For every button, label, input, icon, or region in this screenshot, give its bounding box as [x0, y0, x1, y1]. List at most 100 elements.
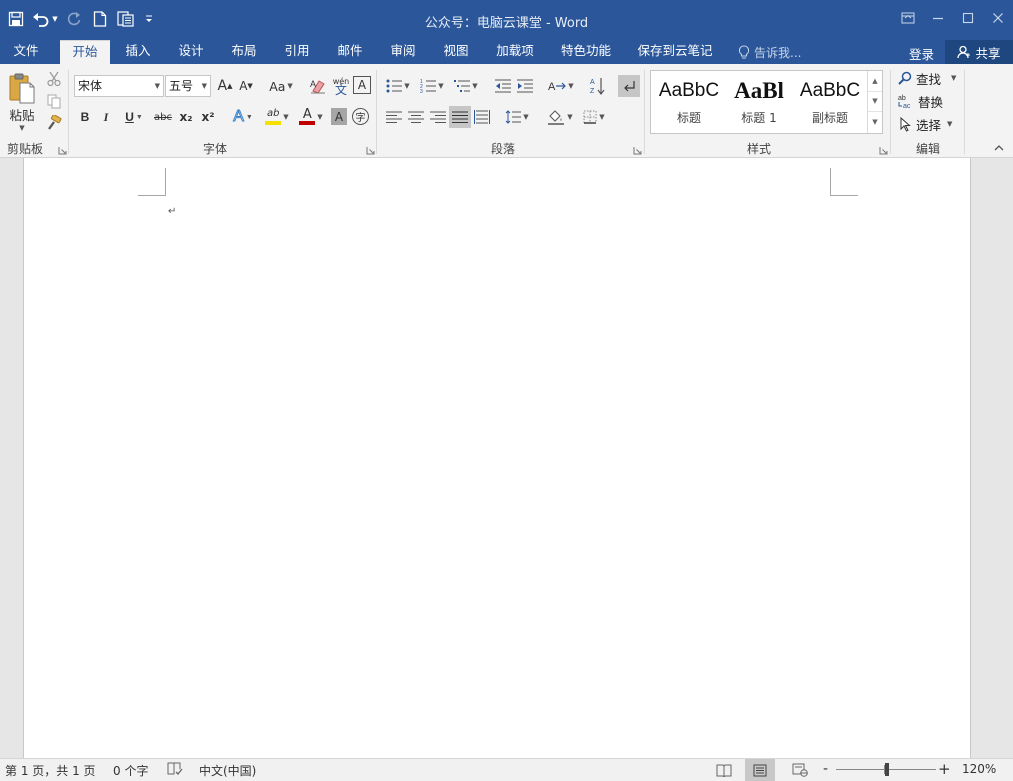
character-shading-button[interactable]: A — [331, 108, 347, 125]
font-group-label: 字体 — [203, 142, 228, 156]
zoom-in-button[interactable]: + — [938, 760, 951, 778]
style-heading-1[interactable]: AaBl 标题 1 — [727, 71, 791, 133]
find-button[interactable]: 查找 ▼ — [898, 68, 956, 88]
align-right-icon[interactable] — [427, 106, 449, 128]
underline-button[interactable]: U ▼ — [119, 107, 149, 127]
web-layout-icon[interactable] — [785, 759, 815, 781]
superscript-button[interactable]: x² — [198, 107, 218, 127]
tab-mailings[interactable]: 邮件 — [326, 40, 374, 64]
enclose-characters-button[interactable]: 字 — [352, 108, 369, 125]
ribbon-display-options-icon[interactable] — [893, 6, 923, 30]
language-indicator[interactable]: 中文(中国) — [199, 762, 256, 779]
align-center-icon[interactable] — [405, 106, 427, 128]
select-button[interactable]: 选择 ▼ — [898, 114, 952, 134]
svg-text:3: 3 — [420, 89, 423, 93]
login-link[interactable]: 登录 — [909, 44, 934, 63]
tab-save-to-cloud-note[interactable]: 保存到云笔记 — [632, 40, 718, 64]
tab-design[interactable]: 设计 — [167, 40, 215, 64]
grow-font-button[interactable]: A ▲ — [215, 75, 235, 97]
style-title[interactable]: AaBbC 标题 — [655, 71, 723, 133]
tab-insert[interactable]: 插入 — [114, 40, 162, 64]
clear-formatting-icon[interactable]: A — [307, 75, 329, 97]
styles-more-icon[interactable]: ▼ — [868, 112, 882, 133]
bold-button[interactable]: B — [76, 107, 94, 127]
change-case-button[interactable]: Aa ▼ — [265, 75, 297, 97]
tab-home[interactable]: 开始 — [60, 40, 110, 64]
vertical-scrollbar[interactable] — [972, 158, 1013, 758]
paste-button[interactable]: 粘贴 ▼ — [4, 70, 40, 134]
phonetic-guide-char: 文 — [334, 83, 347, 97]
group-separator — [644, 70, 645, 154]
read-mode-icon[interactable] — [709, 759, 739, 781]
font-size-dropdown-icon[interactable]: ▼ — [202, 76, 207, 96]
zoom-slider-thumb[interactable] — [885, 763, 889, 776]
svg-text:Z: Z — [590, 88, 595, 95]
font-size-box[interactable]: 五号 ▼ — [165, 75, 211, 97]
distributed-icon[interactable] — [471, 106, 493, 128]
bullets-button[interactable]: ▼ — [383, 75, 413, 97]
increase-indent-icon[interactable] — [514, 75, 536, 97]
styles-dialog-launcher-icon[interactable] — [879, 144, 888, 155]
document-page[interactable]: ↵ — [23, 158, 971, 758]
subscript-button[interactable]: x₂ — [176, 107, 196, 127]
tell-me-box[interactable]: 告诉我... — [738, 43, 801, 61]
font-name-value: 宋体 — [78, 79, 103, 93]
tab-layout[interactable]: 布局 — [220, 40, 268, 64]
multilevel-list-button[interactable]: ▼ — [451, 75, 481, 97]
page-count[interactable]: 第 1 页，共 1 页 — [5, 762, 96, 779]
font-color-button[interactable]: A ▼ — [296, 106, 326, 128]
justify-icon[interactable] — [449, 106, 471, 128]
text-direction-button[interactable]: A ▼ — [545, 75, 577, 97]
paste-dropdown-icon[interactable]: ▼ — [19, 124, 24, 132]
strikethrough-button[interactable]: abc — [152, 107, 174, 127]
line-spacing-button[interactable]: ▼ — [502, 106, 532, 128]
show-hide-marks-icon[interactable] — [618, 75, 640, 97]
numbering-button[interactable]: 1 2 3 ▼ — [417, 75, 447, 97]
word-count[interactable]: 0 个字 — [113, 762, 148, 779]
tab-addins[interactable]: 加载项 — [487, 40, 543, 64]
shading-button[interactable]: ▼ — [544, 106, 576, 128]
text-effects-button[interactable]: A ▼ — [228, 106, 258, 128]
character-border-button[interactable]: A — [353, 76, 371, 94]
format-painter-icon[interactable] — [44, 113, 64, 133]
tab-file[interactable]: 文件 — [2, 40, 50, 64]
paragraph-dialog-launcher-icon[interactable] — [633, 144, 642, 155]
borders-button[interactable]: ▼ — [578, 106, 610, 128]
collapse-ribbon-icon[interactable] — [990, 140, 1008, 154]
replace-button[interactable]: ab ac 替换 — [898, 91, 943, 111]
share-label: 共享 — [975, 45, 1001, 61]
styles-scroll-up-icon[interactable]: ▲ — [868, 71, 882, 92]
print-layout-icon[interactable] — [745, 759, 775, 781]
group-separator — [890, 70, 891, 154]
zoom-out-button[interactable]: - — [823, 761, 828, 777]
styles-scroll-down-icon[interactable]: ▼ — [868, 92, 882, 113]
phonetic-guide-button[interactable]: wén 文 — [330, 73, 352, 99]
clipboard-dialog-launcher-icon[interactable] — [58, 144, 67, 155]
italic-button[interactable]: I — [97, 107, 115, 127]
tab-view[interactable]: 视图 — [432, 40, 480, 64]
font-name-box[interactable]: 宋体 ▼ — [74, 75, 164, 97]
margin-corner-top-left — [138, 168, 166, 196]
tab-references[interactable]: 引用 — [273, 40, 321, 64]
paragraph-mark: ↵ — [168, 206, 177, 217]
close-icon[interactable] — [983, 6, 1013, 30]
share-button[interactable]: 共享 — [945, 40, 1013, 64]
tab-review[interactable]: 审阅 — [379, 40, 427, 64]
decrease-indent-icon[interactable] — [492, 75, 514, 97]
highlight-button[interactable]: ab ▼ — [261, 106, 293, 128]
font-size-value: 五号 — [169, 79, 194, 93]
copy-icon[interactable] — [44, 91, 64, 111]
shrink-font-button[interactable]: A ▼ — [236, 75, 256, 97]
style-subtitle[interactable]: AaBbC 副标题 — [797, 71, 863, 133]
minimize-icon[interactable] — [923, 6, 953, 30]
font-name-dropdown-icon[interactable]: ▼ — [155, 76, 160, 96]
proofing-icon[interactable] — [167, 761, 183, 779]
cut-icon[interactable] — [44, 69, 64, 89]
tab-features[interactable]: 特色功能 — [554, 40, 618, 64]
sort-icon[interactable]: AZ — [587, 75, 609, 97]
font-dialog-launcher-icon[interactable] — [366, 144, 375, 155]
maximize-icon[interactable] — [953, 6, 983, 30]
lightbulb-icon — [738, 44, 750, 58]
align-left-icon[interactable] — [383, 106, 405, 128]
zoom-level[interactable]: 120% — [962, 762, 996, 776]
